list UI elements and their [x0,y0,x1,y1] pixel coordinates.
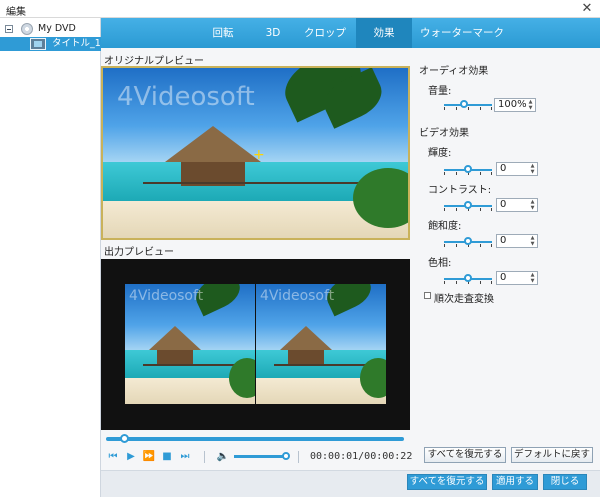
audio-effects-heading: オーディオ効果 [419,66,489,77]
original-preview: 4Videosoft + [101,66,410,240]
playback-volume-handle[interactable] [282,452,290,460]
effects-default-button[interactable]: デフォルトに戻す [511,447,593,463]
prev-icon[interactable]: ⏮ [106,451,120,463]
playback-progress-handle[interactable] [120,434,129,443]
timecode: 00:00:01/00:00:22 [310,451,413,462]
brightness-spinbox[interactable]: 0 ▲ ▼ [496,162,538,176]
fast-forward-icon[interactable]: ⏩ [142,451,156,463]
deinterlace-checkbox[interactable] [424,292,431,299]
tree-item-label: My DVD [38,23,76,34]
play-icon[interactable]: ▶ [124,451,138,463]
saturation-label: 飽和度: [428,221,462,232]
tree-item-disc[interactable]: My DVD [0,22,101,36]
spin-arrows-icon[interactable]: ▲ ▼ [529,272,536,284]
tab-watermark[interactable]: ウォーターマーク [417,18,507,48]
effects-reset-all-button[interactable]: すべてを復元する [424,447,506,463]
close-icon[interactable]: ✕ [580,0,594,18]
watermark: 4Videosoft [129,288,204,304]
original-preview-label: オリジナルプレビュー [104,56,204,67]
spin-arrows-icon[interactable]: ▲ ▼ [529,235,536,247]
restore-all-button[interactable]: すべてを復元する [407,474,487,490]
window-title: 編集 [6,7,26,18]
hue-value: 0 [500,272,507,283]
next-icon[interactable]: ⏭ [178,451,192,463]
hue-label: 色相: [428,258,452,269]
stop-icon[interactable]: ■ [160,451,174,463]
output-preview: 4Videosoft 4Videosoft [101,259,410,430]
hue-slider-handle[interactable] [464,274,472,282]
deinterlace-label: 順次走査変換 [434,294,494,305]
output-frame-right: 4Videosoft [256,284,386,404]
volume-value: 100% [498,99,527,110]
saturation-spinbox[interactable]: 0 ▲ ▼ [496,234,538,248]
playback-progress-bar[interactable] [106,437,404,441]
hue-slider[interactable] [444,274,492,284]
divider [298,451,299,463]
volume-label: 音量: [428,86,452,97]
tab-crop[interactable]: クロップ [297,18,353,48]
video-effects-heading: ビデオ効果 [419,128,469,139]
collapse-icon[interactable] [5,25,13,33]
hue-spinbox[interactable]: 0 ▲ ▼ [496,271,538,285]
divider [204,451,205,463]
contrast-slider-handle[interactable] [464,201,472,209]
hut-roof [165,126,261,162]
tree-item-title-1[interactable]: タイトル_1 [0,37,101,51]
tab-3d[interactable]: 3D [255,18,291,48]
disc-icon [21,23,33,35]
hut-roof [280,326,332,350]
contrast-value: 0 [500,199,507,210]
brightness-label: 輝度: [428,148,452,159]
film-icon [30,38,46,50]
hut-roof [149,326,201,350]
spin-arrows-icon[interactable]: ▲ ▼ [527,99,534,111]
watermark: 4Videosoft [117,82,255,112]
playback-volume-slider[interactable] [234,455,286,458]
tab-effect[interactable]: 効果 [356,18,412,48]
edit-tab-bar: 回転 3D クロップ 効果 ウォーターマーク [101,18,600,48]
output-preview-label: 出力プレビュー [104,247,174,258]
watermark: 4Videosoft [260,288,335,304]
title-tree: My DVD タイトル_1 [0,18,101,497]
brightness-slider-handle[interactable] [464,165,472,173]
volume-icon[interactable]: 🔈 [216,451,230,463]
output-frame-left: 4Videosoft [125,284,255,404]
saturation-slider[interactable] [444,237,492,247]
saturation-value: 0 [500,235,507,246]
crosshair-icon: + [253,147,265,163]
title-bar: 編集 ✕ [0,0,600,18]
tab-rotate[interactable]: 回転 [201,18,245,48]
volume-spinbox[interactable]: 100% ▲ ▼ [494,98,536,112]
close-button[interactable]: 閉じる [543,474,587,490]
brightness-value: 0 [500,163,507,174]
volume-slider-handle[interactable] [460,100,468,108]
saturation-slider-handle[interactable] [464,237,472,245]
spin-arrows-icon[interactable]: ▲ ▼ [529,199,536,211]
contrast-label: コントラスト: [428,185,492,196]
spin-arrows-icon[interactable]: ▲ ▼ [529,163,536,175]
brightness-slider[interactable] [444,165,492,175]
apply-button[interactable]: 適用する [492,474,538,490]
tree-item-label: タイトル_1 [52,38,101,49]
contrast-slider[interactable] [444,201,492,211]
contrast-spinbox[interactable]: 0 ▲ ▼ [496,198,538,212]
volume-slider[interactable] [444,100,492,110]
preview-frame: 4Videosoft + [103,68,408,238]
